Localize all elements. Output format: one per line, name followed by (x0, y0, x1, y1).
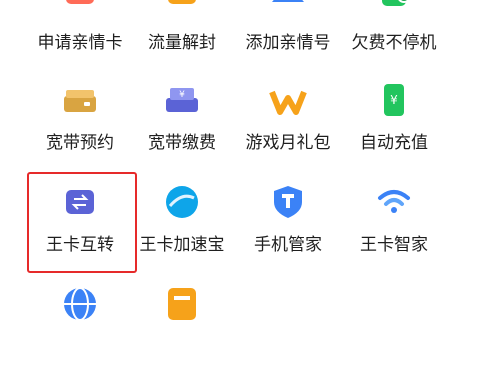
service-auto-recharge[interactable]: ¥ 自动充值 (338, 80, 450, 176)
service-label: 王卡智家 (360, 235, 428, 255)
service-data-unlock[interactable]: 流量解封 (126, 0, 238, 68)
service-family-card[interactable]: 副卡 申请亲情卡 (24, 0, 136, 68)
service-accelerator[interactable]: 王卡加速宝 (126, 182, 238, 278)
service-label: 欠费不停机 (351, 33, 437, 53)
service-no-suspension[interactable]: 欠费不停机 (338, 0, 450, 68)
svg-text:¥: ¥ (390, 93, 398, 107)
broadband-payment-icon: ¥ (162, 80, 202, 120)
service-broadband-booking[interactable]: 宽带预约 (24, 80, 136, 176)
service-grid: 副卡 申请亲情卡 流量解封 添加亲情号 (0, 0, 480, 321)
service-label: 游戏月礼包 (245, 133, 331, 153)
service-game-gift[interactable]: 游戏月礼包 (232, 80, 344, 176)
service-label: 手机管家 (254, 235, 322, 255)
broadband-booking-icon (60, 80, 100, 120)
svg-text:¥: ¥ (179, 90, 185, 100)
accelerator-icon (162, 182, 202, 222)
add-family-number-icon (268, 0, 308, 12)
service-globe[interactable] (24, 284, 136, 380)
service-phone-manager[interactable]: 手机管家 (232, 182, 344, 278)
service-label: 宽带缴费 (148, 133, 216, 153)
auto-recharge-icon: ¥ (374, 80, 414, 120)
service-label: 自动充值 (360, 133, 428, 153)
service-label: 王卡加速宝 (139, 235, 225, 255)
service-orange-card[interactable] (126, 284, 238, 380)
selected-highlight (27, 172, 137, 273)
orange-card-icon (162, 284, 202, 324)
no-suspension-icon (374, 0, 414, 12)
service-broadband-payment[interactable]: ¥ 宽带缴费 (126, 80, 238, 176)
family-card-icon: 副卡 (60, 0, 100, 12)
service-label: 申请亲情卡 (37, 33, 123, 53)
globe-icon (60, 284, 100, 324)
game-gift-icon (268, 80, 308, 120)
service-label: 宽带预约 (46, 133, 114, 153)
smart-home-icon (374, 182, 414, 222)
service-label: 添加亲情号 (245, 33, 331, 53)
service-label: 流量解封 (148, 33, 216, 53)
service-add-family-number[interactable]: 添加亲情号 (232, 0, 344, 68)
phone-manager-icon (268, 182, 308, 222)
service-smart-home[interactable]: 王卡智家 (338, 182, 450, 278)
data-unlock-icon (162, 0, 202, 12)
